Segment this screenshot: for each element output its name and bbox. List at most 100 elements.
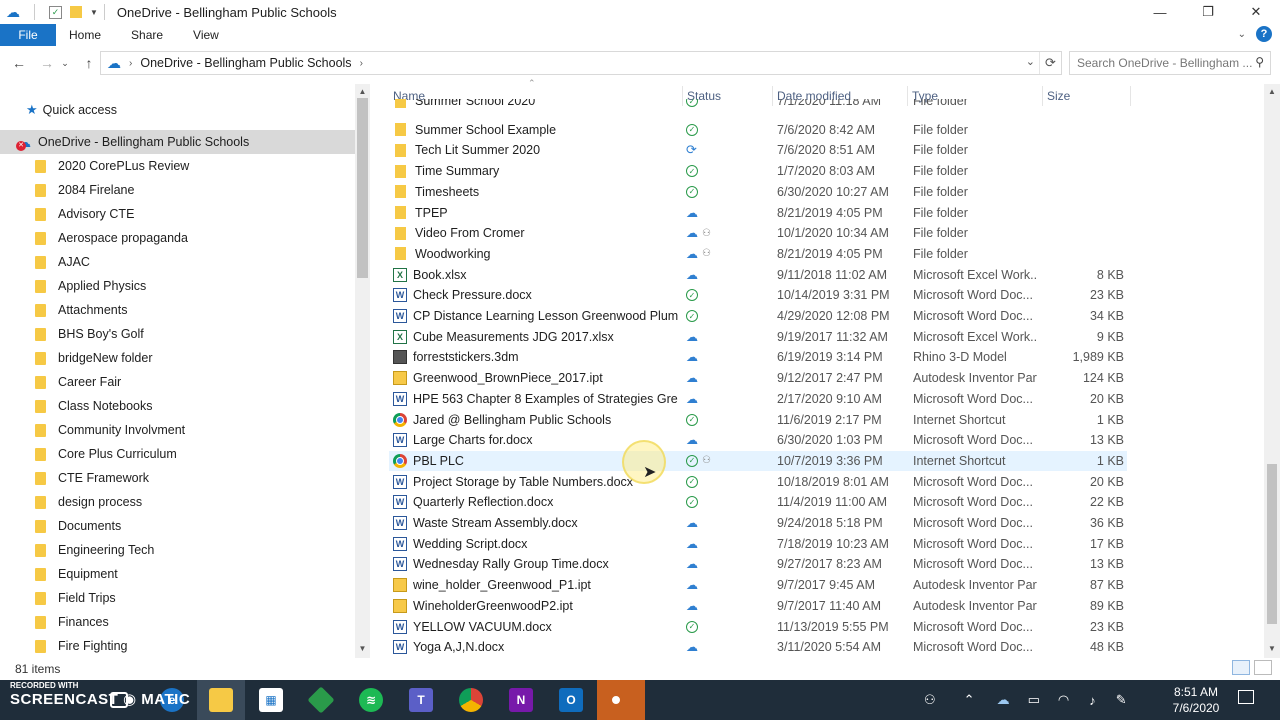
large-icons-view-button[interactable]	[1254, 660, 1272, 675]
file-row[interactable]: W Waste Stream Assembly.docx ☁ 9/24/2018 5:…	[389, 513, 1127, 533]
nav-onedrive[interactable]: ☁✕ OneDrive - Bellingham Public Schools	[0, 130, 355, 154]
scroll-up-icon[interactable]: ▲	[1264, 87, 1280, 96]
nav-folder-item[interactable]: Field Trips	[0, 586, 355, 610]
wifi-icon[interactable]: ◠	[1058, 692, 1069, 708]
file-row[interactable]: Greenwood_BrownPiece_2017.ipt ☁ 9/12/2017 …	[389, 368, 1127, 388]
record-icon[interactable]	[609, 693, 623, 707]
nav-folder-item[interactable]: Engineering Tech	[0, 538, 355, 562]
breadcrumb[interactable]: OneDrive - Bellingham Public Schools	[140, 56, 351, 70]
file-row[interactable]: X Cube Measurements JDG 2017.xlsx ☁ 9/19/20…	[389, 327, 1127, 347]
nav-folder-item[interactable]: Documents	[0, 514, 355, 538]
nav-folder-item[interactable]: Equipment	[0, 562, 355, 586]
file-row[interactable]: PBL PLC ✓ ⚇ 10/7/2019 3:36 PM Internet Short…	[389, 450, 1127, 471]
nav-folder-item[interactable]: BHS Boy's Golf	[0, 322, 355, 346]
back-button[interactable]: ←	[8, 50, 30, 76]
divider[interactable]	[1130, 86, 1131, 106]
breadcrumb-chevron-icon[interactable]: ›	[360, 58, 363, 69]
refresh-button[interactable]: ⟳	[1039, 52, 1061, 74]
file-row[interactable]: TPEP ☁ 8/21/2019 4:05 PM File folder	[389, 203, 1127, 223]
recent-locations-icon[interactable]: ⌄	[58, 50, 72, 76]
search-input[interactable]: Search OneDrive - Bellingham ... ⚲	[1069, 51, 1271, 75]
nav-folder-item[interactable]: Career Fair	[0, 370, 355, 394]
outlook-icon[interactable]: O	[559, 688, 583, 712]
address-dropdown-icon[interactable]: ⌄	[1026, 55, 1035, 68]
nav-folder-item[interactable]: 2020 CorePLus Review	[0, 154, 355, 178]
tab-share[interactable]: Share	[116, 28, 178, 42]
file-row[interactable]: Timesheets ✓ 6/30/2020 10:27 AM File folder	[389, 182, 1127, 202]
battery-icon[interactable]: ▭	[1028, 692, 1040, 708]
file-row[interactable]: W HPE 563 Chapter 8 Examples of Strategie…	[389, 389, 1127, 409]
file-row[interactable]: W YELLOW VACUUM.docx ✓ 11/13/2019 5:55 PM Mi…	[389, 617, 1127, 637]
teams-icon[interactable]: T	[409, 688, 433, 712]
volume-icon[interactable]: ♪	[1089, 693, 1096, 708]
nav-folder-item[interactable]: Applied Physics	[0, 274, 355, 298]
tab-file[interactable]: File	[0, 24, 56, 46]
scroll-down-icon[interactable]: ▼	[1264, 644, 1280, 653]
file-row[interactable]: Woodworking ☁ ⚇ 8/21/2019 4:05 PM File folde…	[389, 244, 1127, 264]
nav-folder-item[interactable]: Community Involvment	[0, 418, 355, 442]
scroll-up-icon[interactable]: ▲	[355, 87, 370, 96]
people-icon[interactable]: ⚇	[924, 692, 936, 708]
file-explorer-icon[interactable]	[209, 688, 233, 712]
file-row[interactable]: WineholderGreenwoodP2.ipt ☁ 9/7/2017 11:40…	[389, 596, 1127, 616]
nav-folder-item[interactable]: Fire Fighting	[0, 634, 355, 658]
file-row[interactable]: X Book.xlsx ☁ 9/11/2018 11:02 AM Microsoft E…	[389, 265, 1127, 285]
file-row[interactable]: W Yoga A,J,N.docx ☁ 3/11/2020 5:54 AM Micros…	[389, 637, 1127, 657]
nav-folder-item[interactable]: AJAC	[0, 250, 355, 274]
minimize-button[interactable]: —	[1136, 0, 1184, 24]
file-row[interactable]: Time Summary ✓ 1/7/2020 8:03 AM File folder	[389, 161, 1127, 181]
file-row[interactable]: W Large Charts for.docx ☁ 6/30/2020 1:03 PM…	[389, 430, 1127, 450]
nav-folder-item[interactable]: design process	[0, 490, 355, 514]
taskbar-clock[interactable]: 8:51 AM 7/6/2020	[1164, 684, 1228, 716]
new-folder-icon[interactable]	[70, 6, 82, 18]
file-row[interactable]: W Check Pressure.docx ✓ 10/14/2019 3:31 PM M…	[389, 285, 1127, 305]
nav-folder-item[interactable]: Attachments	[0, 298, 355, 322]
scroll-thumb[interactable]	[357, 98, 368, 278]
nav-folder-item[interactable]: Class Notebooks	[0, 394, 355, 418]
onenote-icon[interactable]: N	[509, 688, 533, 712]
nav-folder-item[interactable]: Core Plus Curriculum	[0, 442, 355, 466]
pen-icon[interactable]: ✎	[1116, 692, 1127, 708]
up-button[interactable]: ↑	[78, 50, 100, 76]
nav-folder-item[interactable]: 2084 Firelane	[0, 178, 355, 202]
file-row[interactable]: W Quarterly Reflection.docx ✓ 11/4/2019 11:…	[389, 492, 1127, 512]
scroll-thumb[interactable]	[1267, 464, 1277, 624]
store-icon[interactable]: ▦	[259, 688, 283, 712]
nav-folder-item[interactable]: bridgeNew folder	[0, 346, 355, 370]
tab-view[interactable]: View	[178, 28, 234, 42]
file-row[interactable]: Summer School Example ✓ 7/6/2020 8:42 AM Fi…	[389, 120, 1127, 140]
forward-button[interactable]: →	[36, 50, 58, 76]
file-row[interactable]: W CP Distance Learning Lesson Greenwood P…	[389, 306, 1127, 326]
expand-ribbon-icon[interactable]: ⌄	[1238, 29, 1246, 40]
tab-home[interactable]: Home	[56, 28, 116, 42]
app-icon[interactable]	[307, 686, 335, 714]
nav-quick-access[interactable]: ★ Quick access	[0, 98, 355, 122]
details-view-button[interactable]	[1232, 660, 1250, 675]
file-row[interactable]: Tech Lit Summer 2020 ⟳ 7/6/2020 8:51 AM Fil…	[389, 140, 1127, 160]
nav-folder-item[interactable]: Finances	[0, 610, 355, 634]
file-row[interactable]: Video From Cromer ☁ ⚇ 10/1/2020 10:34 AM Fil…	[389, 223, 1127, 243]
file-row[interactable]: W Wednesday Rally Group Time.docx ☁ 9/27/20…	[389, 554, 1127, 574]
scroll-down-icon[interactable]: ▼	[355, 644, 370, 653]
nav-folder-item[interactable]: Advisory CTE	[0, 202, 355, 226]
address-bar[interactable]: ☁ › OneDrive - Bellingham Public Schools…	[100, 51, 1062, 75]
show-hidden-icons-icon[interactable]: ⌃	[964, 692, 975, 708]
file-row[interactable]: W Project Storage by Table Numbers.docx ✓ 1…	[389, 472, 1127, 492]
chevron-down-icon[interactable]: ▼	[90, 8, 98, 17]
file-row[interactable]: forreststickers.3dm ☁ 6/19/2019 3:14 PM Rhi…	[389, 347, 1127, 367]
close-button[interactable]: ✕	[1232, 0, 1280, 24]
nav-folder-item[interactable]: CTE Framework	[0, 466, 355, 490]
file-list-scrollbar[interactable]: ▲ ▼	[1264, 84, 1280, 658]
chrome-icon[interactable]	[459, 688, 483, 712]
notifications-icon[interactable]	[1238, 690, 1254, 704]
file-row[interactable]: Jared @ Bellingham Public Schools ✓ 11/6/2…	[389, 410, 1127, 430]
file-row[interactable]: Summer School 2020 ✓ 7/1/2020 11:18 AM File…	[389, 99, 1127, 111]
nav-scrollbar[interactable]: ▲ ▼	[355, 84, 370, 658]
maximize-button[interactable]: ❐	[1184, 0, 1232, 24]
help-button[interactable]: ?	[1256, 26, 1272, 42]
properties-icon[interactable]: ✓	[49, 5, 62, 19]
file-row[interactable]: W Wedding Script.docx ☁ 7/18/2019 10:23 AM M…	[389, 534, 1127, 554]
onedrive-tray-icon[interactable]: ☁	[997, 692, 1010, 708]
nav-folder-item[interactable]: Aerospace propaganda	[0, 226, 355, 250]
file-row[interactable]: wine_holder_Greenwood_P1.ipt ☁ 9/7/2017 9:…	[389, 575, 1127, 595]
